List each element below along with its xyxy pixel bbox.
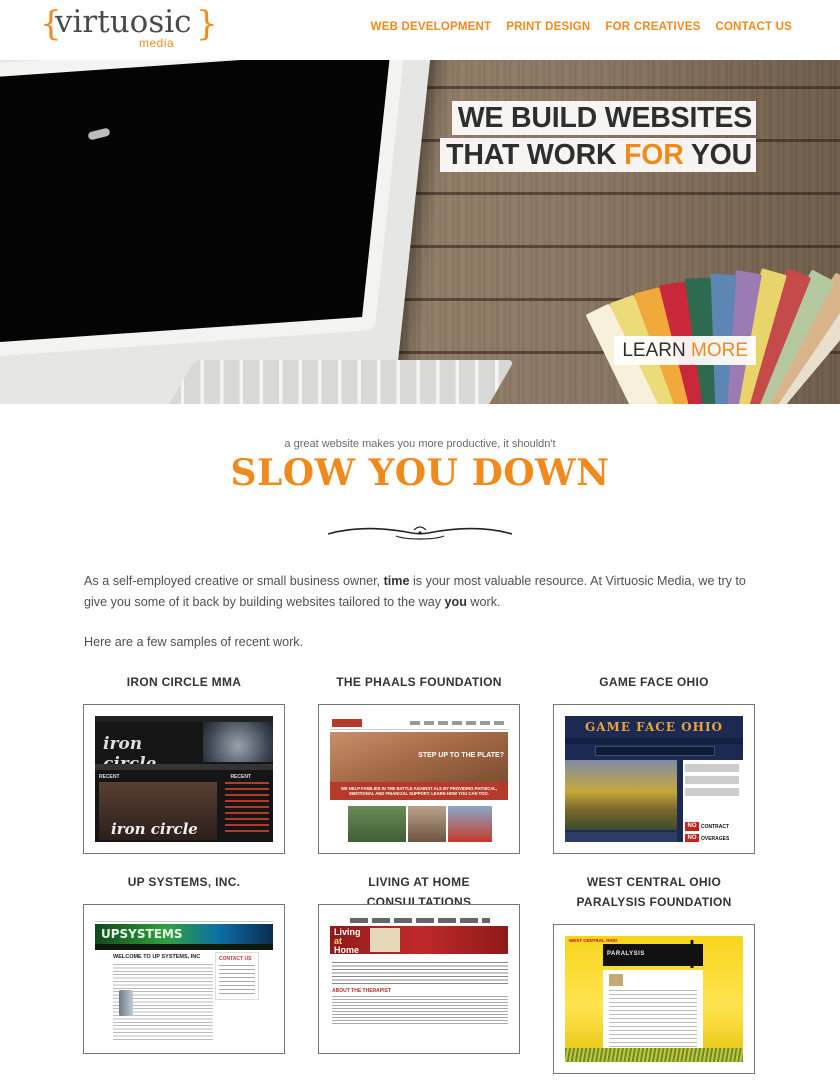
portfolio-thumb-game-face-ohio[interactable]: GAME FACE OHIO NO CONTRACT NO OVERAGES	[553, 704, 755, 854]
intro-paragraph: As a self-employed creative or small bus…	[84, 571, 760, 613]
gfo-no-2-text: OVERAGES	[701, 836, 730, 842]
portfolio-thumb-living-at-home[interactable]: Living at Home ABOUT THE THERAPIST	[318, 904, 520, 1054]
main-nav: WEB DEVELOPMENT PRINT DESIGN FOR CREATIV…	[371, 21, 792, 33]
hero-line-2-highlight: FOR	[624, 139, 684, 171]
nav-print-design[interactable]: PRINT DESIGN	[506, 21, 590, 33]
intro-headline: SLOW YOU DOWN	[230, 452, 610, 494]
hero-banner: WE BUILD WEBSITES THAT WORK FOR YOU LEAR…	[0, 60, 840, 404]
portfolio-title-up-systems[interactable]: UP SYSTEMS, INC.	[83, 872, 285, 892]
up-contact-heading: CONTACT US	[219, 956, 252, 962]
portfolio-title-iron-circle[interactable]: IRON CIRCLE MMA	[83, 672, 285, 692]
portfolio-title-phaals[interactable]: THE PHAALS FOUNDATION	[318, 672, 520, 692]
nav-for-creatives[interactable]: FOR CREATIVES	[605, 21, 700, 33]
wco-header-text: PARALYSIS	[607, 951, 645, 957]
logo-sub: media	[139, 36, 175, 50]
iron-recent-label: RECENT	[99, 774, 120, 780]
learn-more-button[interactable]: LEARN MORE	[614, 336, 756, 365]
divider-flourish-icon	[327, 526, 513, 540]
intro-p1-bold-you: you	[444, 595, 467, 609]
phaals-question: STEP UP TO THE PLATE?	[418, 752, 504, 759]
logo-brace-right: }	[196, 4, 218, 44]
portfolio-thumb-up-systems[interactable]: UPSYSTEMS WELCOME TO UP SYSTEMS, INC CON…	[83, 904, 285, 1054]
gfo-title: GAME FACE OHIO	[584, 720, 724, 734]
iron-circle-logo: iron circle	[103, 734, 156, 774]
portfolio-title-game-face-ohio[interactable]: GAME FACE OHIO	[553, 672, 755, 692]
lah-title-3: Home	[334, 945, 360, 955]
intro-p1-bold-time: time	[383, 574, 410, 588]
intro-p1-a: As a self-employed creative or small bus…	[84, 574, 384, 588]
wco-top-text: WEST CENTRAL OHIO	[569, 938, 618, 943]
lah-banner-title: Living at Home	[334, 928, 361, 955]
hero-line-1: WE BUILD WEBSITES	[451, 101, 756, 135]
gfo-no-1: NO	[685, 822, 699, 831]
site-header: { virtuosic } media WEB DEVELOPMENT PRIN…	[0, 0, 840, 60]
intro-p1-d: work.	[466, 595, 501, 609]
nav-contact-us[interactable]: CONTACT US	[715, 21, 792, 33]
portfolio-thumb-west-central-ohio[interactable]: WEST CENTRAL OHIO PARALYSIS	[553, 924, 755, 1074]
portfolio-thumb-iron-circle[interactable]: iron circle RECENT RECENT iron circle	[83, 704, 285, 854]
gfo-no-1-text: CONTRACT	[701, 824, 730, 830]
hero-line-2-b: YOU	[683, 139, 752, 171]
laptop-image	[0, 60, 435, 404]
portfolio-thumb-phaals[interactable]: STEP UP TO THE PLATE? WE HELP FAMILIES I…	[318, 704, 520, 854]
hero-line-2-a: THAT WORK	[446, 139, 625, 171]
gfo-no-2: NO	[685, 834, 699, 842]
logo[interactable]: { virtuosic } media	[40, 4, 218, 50]
learn-more-a: LEARN	[622, 340, 691, 361]
iron-team-caption: iron circle	[111, 820, 198, 838]
lah-section: ABOUT THE THERAPIST	[332, 988, 391, 994]
hero-line-2: THAT WORK FOR YOU	[440, 138, 756, 172]
samples-paragraph: Here are a few samples of recent work.	[84, 635, 304, 649]
portfolio-title-west-central-ohio[interactable]: WEST CENTRAL OHIO PARALYSIS FOUNDATION	[553, 872, 755, 912]
iron-recent-label-2: RECENT	[230, 774, 251, 780]
phaals-strip: WE HELP FAMILIES IN THE BATTLE AGAINST A…	[330, 782, 508, 800]
intro-kicker: a great website makes you more productiv…	[284, 438, 556, 450]
hero-title: WE BUILD WEBSITES THAT WORK FOR YOU	[440, 101, 756, 172]
logo-word: virtuosic	[55, 4, 192, 40]
learn-more-highlight: MORE	[691, 340, 748, 361]
nav-web-development[interactable]: WEB DEVELOPMENT	[371, 21, 492, 33]
up-welcome: WELCOME TO UP SYSTEMS, INC	[113, 954, 201, 960]
up-banner-text: UPSYSTEMS	[101, 927, 183, 941]
